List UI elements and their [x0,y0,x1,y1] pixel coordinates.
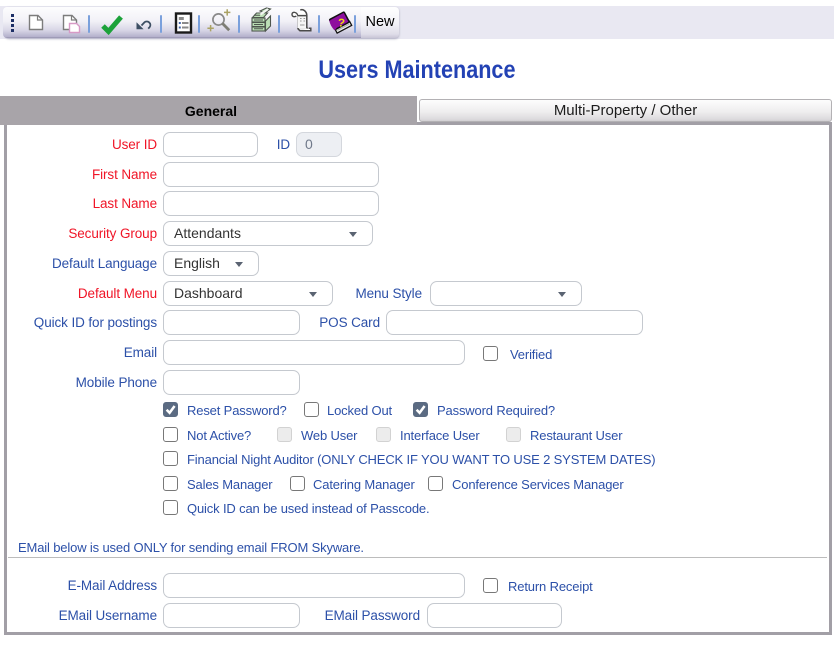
svg-text:?: ? [337,17,345,30]
